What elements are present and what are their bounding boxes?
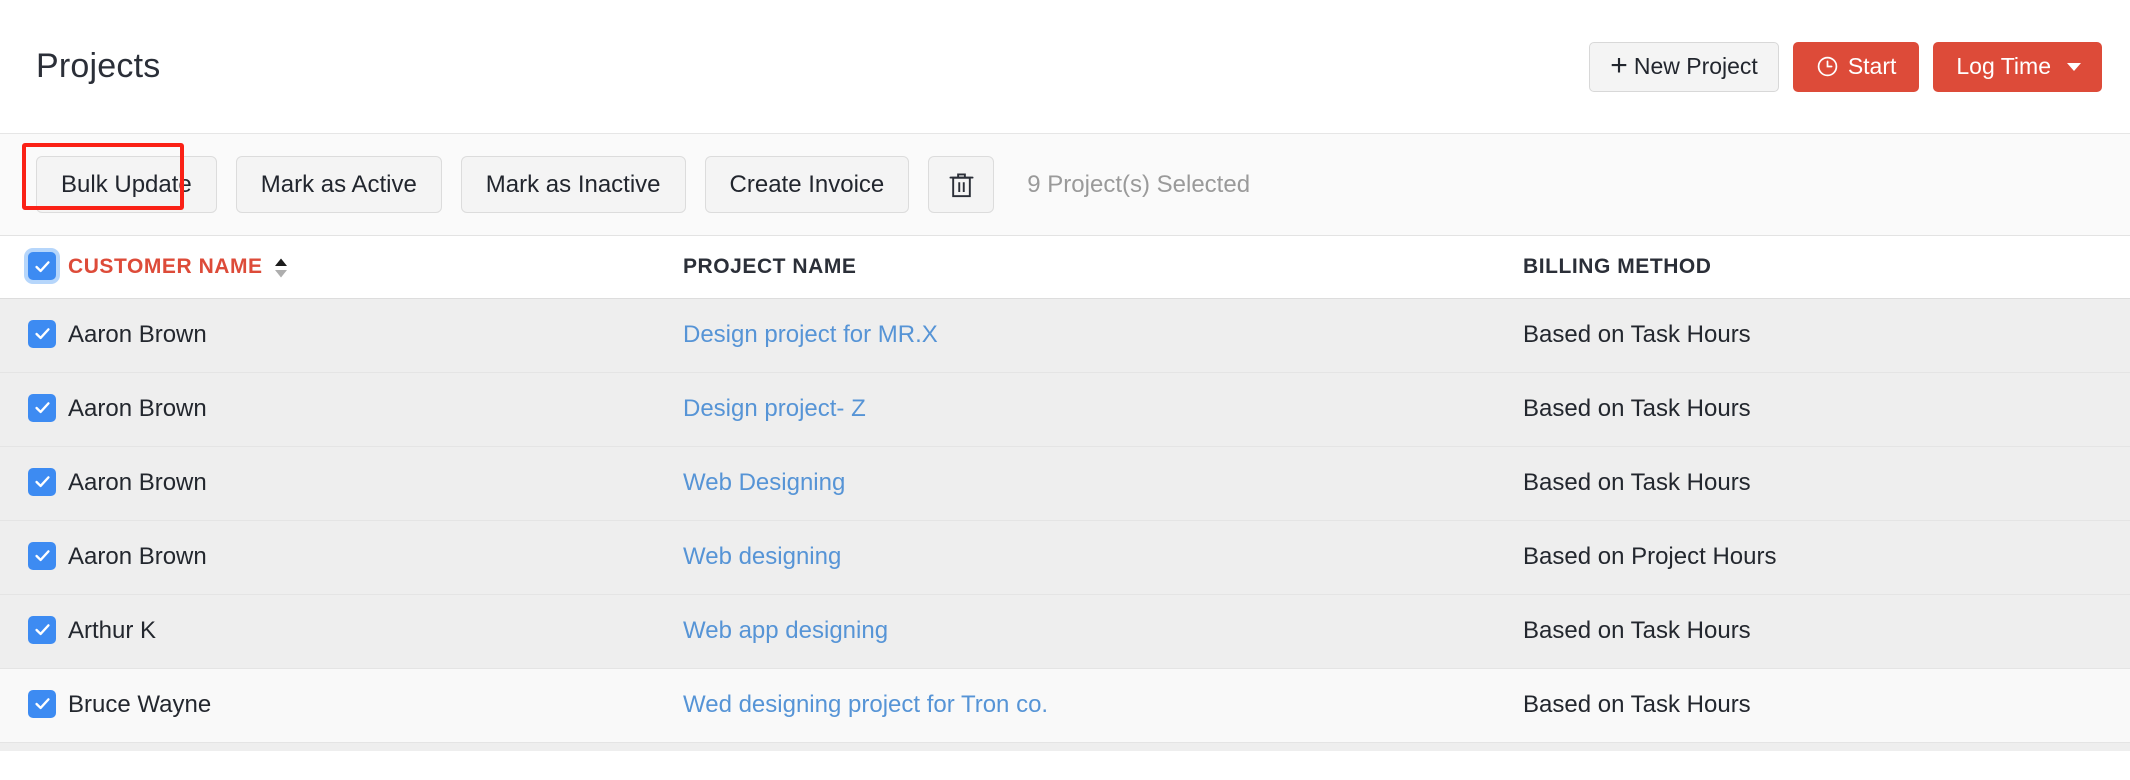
row-select-cell xyxy=(0,372,68,446)
column-header-customer-name[interactable]: CUSTOMER NAME xyxy=(68,236,683,298)
row-select-cell xyxy=(0,520,68,594)
customer-name-text: Arthur K xyxy=(68,617,156,644)
row-select-cell xyxy=(0,594,68,668)
row-checkbox[interactable] xyxy=(28,690,56,718)
sort-ascending-icon xyxy=(274,257,288,279)
row-checkbox[interactable] xyxy=(28,468,56,496)
create-invoice-button[interactable]: Create Invoice xyxy=(705,156,910,213)
customer-name-text: Aaron Brown xyxy=(68,321,207,348)
row-select-cell xyxy=(0,668,68,742)
table-row[interactable]: Aaron Brown Web Designing Based on Task Ho… xyxy=(0,446,2130,520)
start-label: Start xyxy=(1848,55,1897,78)
log-time-label: Log Time xyxy=(1956,55,2051,78)
cell-project-name: Web designing xyxy=(683,520,1523,594)
column-header-project-name-label: PROJECT NAME xyxy=(683,255,856,278)
column-header-project-name[interactable]: PROJECT NAME xyxy=(683,236,1523,298)
cell-billing-method: Based on Project Hours xyxy=(1523,520,2130,594)
row-checkbox[interactable] xyxy=(28,542,56,570)
delete-button[interactable] xyxy=(928,156,994,213)
project-name-link[interactable]: Web Designing xyxy=(683,469,845,496)
chevron-down-icon xyxy=(2067,63,2081,71)
billing-method-text: Based on Project Hours xyxy=(1523,543,1776,570)
cell-project-name: Design project- Z xyxy=(683,372,1523,446)
cell-billing-method: Based on Task Hours xyxy=(1523,668,2130,742)
project-name-link[interactable]: Wed designing project for Tron co. xyxy=(683,691,1048,718)
project-name-link[interactable]: Design project for MR.X xyxy=(683,321,938,348)
trash-icon xyxy=(948,170,975,200)
projects-table: CUSTOMER NAME PROJECT NAME BILLING METHO… xyxy=(0,236,2130,743)
customer-name-text: Aaron Brown xyxy=(68,543,207,570)
log-time-button[interactable]: Log Time xyxy=(1933,42,2102,92)
project-name-link[interactable]: Web app designing xyxy=(683,617,888,644)
new-project-label: New Project xyxy=(1634,55,1758,78)
page-title: Projects xyxy=(36,47,160,86)
row-select-cell xyxy=(0,446,68,520)
table-row[interactable]: Aaron Brown Web designing Based on Project… xyxy=(0,520,2130,594)
row-checkbox[interactable] xyxy=(28,616,56,644)
header-actions: + New Project Start Log Time xyxy=(1589,42,2102,92)
select-all-checkbox[interactable] xyxy=(28,252,56,280)
table-header-row: CUSTOMER NAME PROJECT NAME BILLING METHO… xyxy=(0,236,2130,298)
table-row[interactable]: Bruce Wayne Wed designing project for Tro… xyxy=(0,668,2130,742)
cell-customer-name: Bruce Wayne xyxy=(68,668,683,742)
row-checkbox[interactable] xyxy=(28,320,56,348)
billing-method-text: Based on Task Hours xyxy=(1523,469,1751,496)
column-header-billing-method-label: BILLING METHOD xyxy=(1523,255,1712,278)
selection-count-label: 9 Project(s) Selected xyxy=(1027,171,1250,199)
mark-as-inactive-label: Mark as Inactive xyxy=(486,171,661,199)
mark-as-active-label: Mark as Active xyxy=(261,171,417,199)
table-row[interactable]: Aaron Brown Design project- Z Based on Tas… xyxy=(0,372,2130,446)
cell-customer-name: Aaron Brown xyxy=(68,446,683,520)
cell-customer-name: Arthur K xyxy=(68,594,683,668)
cell-customer-name: Aaron Brown xyxy=(68,372,683,446)
cell-billing-method: Based on Task Hours xyxy=(1523,298,2130,372)
cell-customer-name: Aaron Brown xyxy=(68,520,683,594)
start-timer-button[interactable]: Start xyxy=(1793,42,1920,92)
cell-billing-method: Based on Task Hours xyxy=(1523,594,2130,668)
cell-customer-name: Aaron Brown xyxy=(68,298,683,372)
cell-billing-method: Based on Task Hours xyxy=(1523,372,2130,446)
column-header-billing-method[interactable]: BILLING METHOD xyxy=(1523,236,2130,298)
project-name-link[interactable]: Design project- Z xyxy=(683,395,866,422)
cell-project-name: Design project for MR.X xyxy=(683,298,1523,372)
mark-as-inactive-button[interactable]: Mark as Inactive xyxy=(461,156,686,213)
mark-as-active-button[interactable]: Mark as Active xyxy=(236,156,442,213)
bulk-action-toolbar: Bulk Update Mark as Active Mark as Inact… xyxy=(0,133,2130,236)
cell-project-name: Web app designing xyxy=(683,594,1523,668)
bulk-update-button[interactable]: Bulk Update xyxy=(36,156,217,213)
customer-name-text: Bruce Wayne xyxy=(68,691,211,718)
table-row[interactable]: Arthur K Web app designing Based on Task H… xyxy=(0,594,2130,668)
row-checkbox[interactable] xyxy=(28,394,56,422)
page-header: Projects + New Project Start Log Time xyxy=(0,0,2130,133)
table-header: CUSTOMER NAME PROJECT NAME BILLING METHO… xyxy=(0,236,2130,298)
table-body: Aaron Brown Design project for MR.X Based … xyxy=(0,298,2130,742)
row-select-cell xyxy=(0,298,68,372)
table-bottom-edge xyxy=(0,743,2130,751)
cell-project-name: Web Designing xyxy=(683,446,1523,520)
column-header-customer-name-label: CUSTOMER NAME xyxy=(68,255,263,279)
customer-name-text: Aaron Brown xyxy=(68,469,207,496)
bulk-update-label: Bulk Update xyxy=(61,171,192,199)
billing-method-text: Based on Task Hours xyxy=(1523,691,1751,718)
cell-project-name: Wed designing project for Tron co. xyxy=(683,668,1523,742)
table-row[interactable]: Aaron Brown Design project for MR.X Based … xyxy=(0,298,2130,372)
cell-billing-method: Based on Task Hours xyxy=(1523,446,2130,520)
clock-icon xyxy=(1816,55,1839,78)
billing-method-text: Based on Task Hours xyxy=(1523,617,1751,644)
billing-method-text: Based on Task Hours xyxy=(1523,321,1751,348)
project-name-link[interactable]: Web designing xyxy=(683,543,841,570)
customer-name-text: Aaron Brown xyxy=(68,395,207,422)
new-project-button[interactable]: + New Project xyxy=(1589,42,1779,92)
create-invoice-label: Create Invoice xyxy=(730,171,885,199)
select-all-header-cell xyxy=(0,236,68,298)
projects-page: Projects + New Project Start Log Time xyxy=(0,0,2130,780)
plus-icon: + xyxy=(1610,55,1628,76)
billing-method-text: Based on Task Hours xyxy=(1523,395,1751,422)
